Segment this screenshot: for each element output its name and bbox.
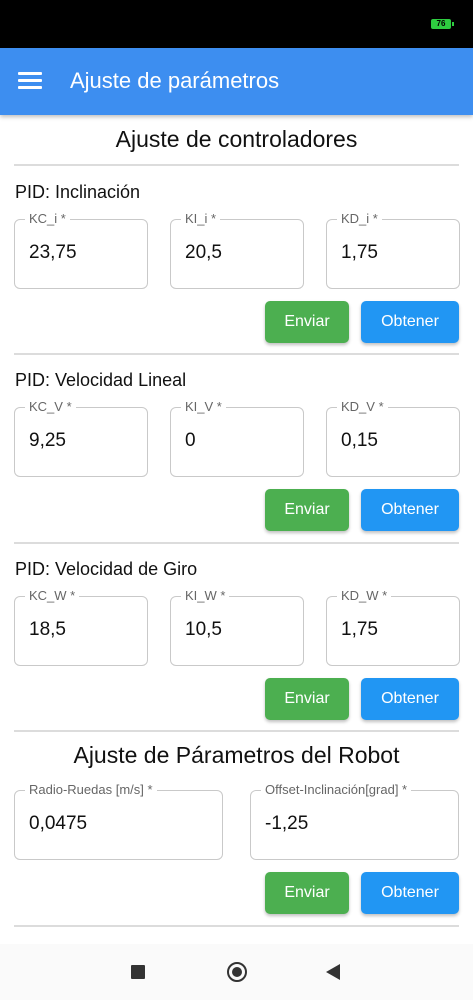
robot-section-title: Ajuste de Párametros del Robot (73, 742, 400, 768)
get-inclinacion-button[interactable]: Obtener (361, 301, 459, 343)
pid-inclinacion-title: PID: Inclinación (15, 182, 141, 202)
ki-i-label: KI_i * (181, 211, 221, 226)
get-velocidad-lineal-button[interactable]: Obtener (361, 489, 459, 531)
radio-ruedas-label: Radio-Ruedas [m/s] * (25, 782, 157, 797)
kc-v-label: KC_V * (25, 399, 76, 414)
pid-velocidad-lineal-title: PID: Velocidad Lineal (15, 370, 187, 390)
ki-i-input[interactable] (185, 242, 289, 264)
back-icon[interactable] (326, 964, 340, 980)
kd-i-input[interactable] (341, 242, 445, 264)
divider (14, 542, 459, 544)
app-bar: Ajuste de parámetros (0, 48, 473, 115)
battery-icon: 76 (431, 19, 454, 29)
offset-inclinacion-field[interactable]: Offset-Inclinación[grad] * (250, 782, 459, 860)
send-robot-button[interactable]: Enviar (265, 872, 349, 914)
ki-v-field[interactable]: KI_V * (170, 399, 304, 477)
radio-ruedas-input[interactable] (29, 813, 208, 835)
ki-v-label: KI_V * (181, 399, 226, 414)
divider (14, 730, 459, 732)
kd-v-input[interactable] (341, 430, 445, 452)
offset-inclinacion-label: Offset-Inclinación[grad] * (261, 782, 412, 797)
ki-v-input[interactable] (185, 430, 289, 452)
radio-ruedas-field[interactable]: Radio-Ruedas [m/s] * (14, 782, 223, 860)
ki-w-label: KI_W * (181, 588, 230, 603)
divider (14, 353, 459, 355)
divider (14, 925, 459, 927)
kd-i-field[interactable]: KD_i * (326, 211, 460, 289)
kc-v-input[interactable] (29, 430, 133, 452)
send-inclinacion-button[interactable]: Enviar (265, 301, 349, 343)
kd-w-label: KD_W * (337, 588, 392, 603)
kd-v-label: KD_V * (337, 399, 388, 414)
get-robot-button[interactable]: Obtener (361, 872, 459, 914)
ki-w-field[interactable]: KI_W * (170, 588, 304, 666)
status-bar: 76 (0, 0, 473, 48)
kd-v-field[interactable]: KD_V * (326, 399, 460, 477)
kc-w-label: KC_W * (25, 588, 80, 603)
send-velocidad-giro-button[interactable]: Enviar (265, 678, 349, 720)
app-title: Ajuste de parámetros (70, 68, 280, 93)
kc-w-input[interactable] (29, 619, 133, 641)
ki-w-input[interactable] (185, 619, 289, 641)
kc-i-field[interactable]: KC_i * (14, 211, 148, 289)
kc-i-label: KC_i * (25, 211, 70, 226)
kc-w-field[interactable]: KC_W * (14, 588, 148, 666)
offset-inclinacion-input[interactable] (265, 813, 444, 835)
send-velocidad-lineal-button[interactable]: Enviar (265, 489, 349, 531)
divider (14, 164, 459, 166)
ki-i-field[interactable]: KI_i * (170, 211, 304, 289)
kd-w-input[interactable] (341, 619, 445, 641)
get-velocidad-giro-button[interactable]: Obtener (361, 678, 459, 720)
recent-apps-icon[interactable] (131, 965, 145, 979)
kd-i-label: KD_i * (337, 211, 382, 226)
controllers-section-title: Ajuste de controladores (115, 126, 358, 152)
pid-velocidad-giro-title: PID: Velocidad de Giro (15, 559, 198, 579)
kc-i-input[interactable] (29, 242, 133, 264)
navigation-bar (0, 944, 473, 1000)
menu-icon[interactable] (18, 72, 42, 90)
kc-v-field[interactable]: KC_V * (14, 399, 148, 477)
kd-w-field[interactable]: KD_W * (326, 588, 460, 666)
home-icon[interactable] (227, 962, 247, 982)
